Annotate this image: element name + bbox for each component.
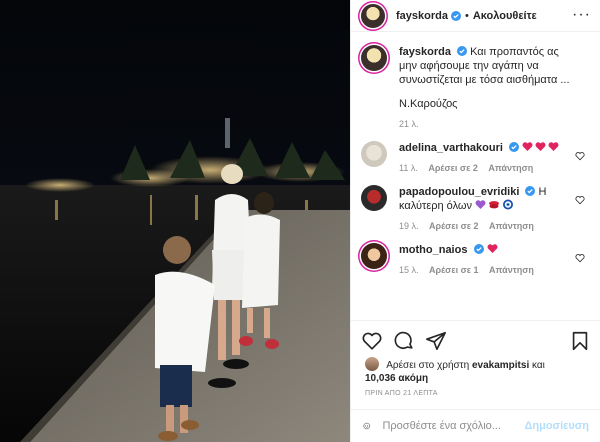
comment-likes[interactable]: Αρέσει σε 2 [429,221,479,231]
red-heart-icon [522,142,533,151]
likes-count[interactable]: 10,036 ακόμη [365,373,428,384]
comment-row: papadopoulou_evridiki Η καλύτερη όλων 19… [361,173,591,231]
header-separator: • [464,9,469,22]
comment-username[interactable]: adelina_varthakouri [399,142,503,154]
comment-like-heart-icon[interactable] [575,195,585,205]
comment-likes[interactable]: Αρέσει σε 1 [429,265,479,275]
kiss-mark-icon [489,201,500,209]
following-button[interactable]: Ακολουθείτε [473,10,537,22]
caption-signature: Ν.Καρούζος [399,98,458,110]
comment-emoji-group [475,199,514,210]
verified-badge-icon [457,46,468,56]
caption-time[interactable]: 21 λ. [399,119,419,129]
author-avatar[interactable] [361,3,385,28]
red-heart-icon [535,142,546,151]
comment-username[interactable]: papadopoulou_evridiki [399,186,519,198]
nazar-amulet-icon [503,199,514,210]
red-heart-emoji-group [522,142,559,151]
caption-avatar[interactable] [361,45,387,71]
comment-like-heart-icon[interactable] [575,253,585,263]
verified-badge-icon [450,10,461,21]
reply-button[interactable]: Απάντηση [488,163,533,173]
post-comment-button[interactable]: Δημοσίευση [524,420,589,432]
red-heart-icon [487,244,498,253]
post-photo[interactable] [0,0,350,442]
reply-button[interactable]: Απάντηση [489,265,534,275]
share-icon[interactable] [425,330,447,352]
likes-connector: και [532,360,545,371]
comment-time[interactable]: 19 λ. [399,221,419,231]
post-side-panel: fayskorda • Ακολουθείτε ··· fayskorda Κα… [350,0,600,442]
comment-icon[interactable] [393,330,415,352]
more-options-icon[interactable]: ··· [572,6,591,24]
comment-username[interactable]: motho_naios [399,244,467,256]
comment-like-heart-icon[interactable] [575,151,585,161]
caption-username[interactable]: fayskorda [399,46,451,58]
reply-button[interactable]: Απάντηση [489,221,534,231]
heart-icon[interactable] [361,330,383,352]
comment-row: motho_naios 15 λ. Αρέσει σε 1 Απάντηση [361,231,591,275]
likes-summary: Αρέσει στο χρήστη evakampitsi και 10,036… [365,357,595,385]
author-username[interactable]: fayskorda [396,10,448,22]
comments-list: fayskorda Και προπαντός ας μην αφήσουμε … [351,33,600,318]
purple-heart-icon [475,200,486,209]
caption-row: fayskorda Και προπαντός ας μην αφήσουμε … [361,33,591,129]
comment-likes[interactable]: Αρέσει σε 2 [428,163,478,173]
comment-input[interactable] [382,420,525,432]
red-heart-icon [548,142,559,151]
likes-prefix: Αρέσει στο χρήστη [386,360,470,371]
commenter-avatar[interactable] [361,243,387,269]
commenter-avatar[interactable] [361,185,387,211]
night-harbor-photo [0,0,350,442]
comment-row: adelina_varthakouri 11 λ. Αρέσει σε 2 Απ… [361,129,591,173]
liker-avatar[interactable] [365,357,379,371]
liker-username[interactable]: evakampitsi [472,360,529,371]
comment-time[interactable]: 15 λ. [399,265,419,275]
action-bar [351,320,600,358]
commenter-avatar[interactable] [361,141,387,167]
emoji-icon[interactable] [363,416,370,436]
comment-time[interactable]: 11 λ. [399,163,418,173]
instagram-post-view: fayskorda • Ακολουθείτε ··· fayskorda Κα… [0,0,600,442]
post-timestamp[interactable]: ΠΡΙΝ ΑΠΟ 21 ΛΕΠΤΑ [365,390,438,397]
post-header: fayskorda • Ακολουθείτε ··· [351,0,600,32]
verified-badge-icon [525,186,536,196]
verified-badge-icon [473,244,484,254]
verified-badge-icon [509,142,519,152]
add-comment-bar: Δημοσίευση [351,409,600,442]
bookmark-icon[interactable] [569,330,591,352]
